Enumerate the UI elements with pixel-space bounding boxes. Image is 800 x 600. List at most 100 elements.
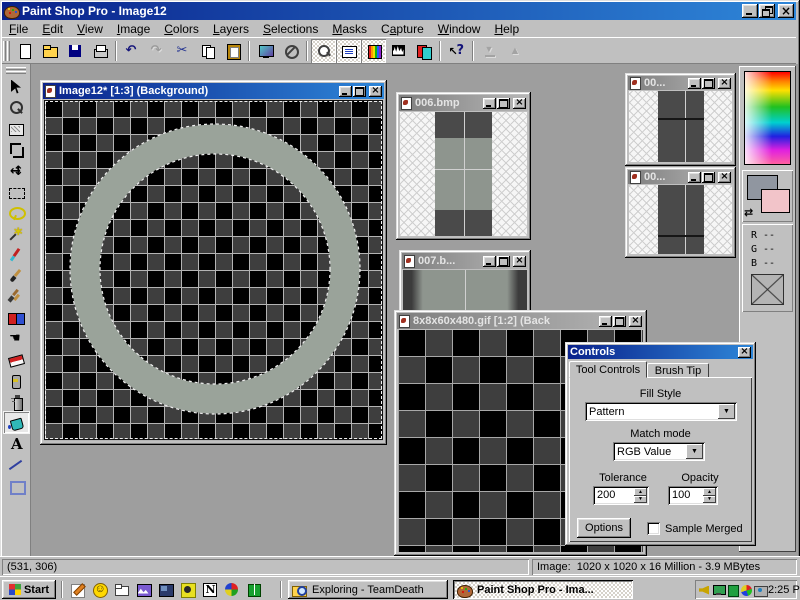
app-titlebar[interactable]: Paint Shop Pro - Image12 (2, 2, 796, 20)
open-file-button[interactable] (37, 39, 62, 63)
maximize-button[interactable] (497, 256, 510, 267)
histogram-toggle-button[interactable] (386, 39, 411, 63)
window-006bmp-titlebar[interactable]: 006.bmp (399, 95, 528, 111)
quicklaunch-folder-button[interactable] (112, 580, 131, 598)
dropper-tool-button[interactable] (4, 244, 29, 265)
quicklaunch-collage-button[interactable] (156, 580, 175, 598)
window-thumb-bottom-client[interactable] (629, 185, 732, 254)
match-mode-combobox[interactable]: RGB Value (613, 442, 705, 461)
menu-item-selections[interactable]: Selections (256, 21, 325, 37)
shape-tool-button[interactable] (4, 475, 29, 496)
window-gif-titlebar[interactable]: 8x8x60x480.gif [1:2] (Back (397, 313, 644, 329)
menu-item-image[interactable]: Image (110, 21, 157, 37)
minimize-button[interactable] (483, 98, 496, 109)
line-tool-button[interactable] (4, 454, 29, 475)
menu-item-colors[interactable]: Colors (157, 21, 206, 37)
window-thumb-top-client[interactable] (629, 91, 732, 162)
zoom-tool-button[interactable] (4, 97, 29, 118)
new-file-button[interactable] (12, 39, 37, 63)
freehand-tool-button[interactable] (4, 202, 29, 223)
close-button[interactable] (629, 316, 642, 327)
copy-button[interactable] (195, 39, 220, 63)
sample-merged-checkbox[interactable] (647, 522, 660, 535)
close-button[interactable] (513, 256, 526, 267)
volume-icon[interactable] (698, 583, 711, 597)
deformation-tool-button[interactable] (4, 118, 29, 139)
print-button[interactable] (87, 39, 112, 63)
book-icon[interactable] (726, 583, 739, 597)
quicklaunch-book-button[interactable] (244, 580, 263, 598)
arrow-up-button[interactable] (502, 39, 527, 63)
image12-canvas[interactable] (45, 101, 382, 439)
arrow-tool-button[interactable] (4, 76, 29, 97)
quicklaunch-wheel-button[interactable] (178, 580, 197, 598)
color-replacer-tool-button[interactable] (4, 307, 29, 328)
options-button[interactable]: Options (577, 518, 631, 538)
maximize-button[interactable] (613, 316, 626, 327)
spin-down-icon[interactable]: ▼ (634, 496, 647, 504)
redo-button[interactable] (145, 39, 170, 63)
window-image12-titlebar[interactable]: Image12* [1:3] (Background) (43, 83, 384, 99)
quicklaunch-pinwheel-button[interactable] (222, 580, 241, 598)
quicklaunch-smiley-button[interactable] (90, 580, 109, 598)
opacity-stepper[interactable]: 100 ▲ ▼ (668, 486, 718, 505)
start-button[interactable]: Start (2, 580, 56, 599)
close-button[interactable] (778, 4, 794, 18)
layer-palette-toggle-button[interactable] (411, 39, 436, 63)
minimize-button[interactable] (599, 316, 612, 327)
quicklaunch-write-button[interactable] (68, 580, 87, 598)
window-thumb-top-titlebar[interactable]: 00... (628, 76, 733, 90)
tool-palette-toggle-button[interactable] (311, 39, 336, 63)
spin-up-icon[interactable]: ▲ (703, 488, 716, 496)
chevron-down-icon[interactable] (718, 404, 735, 419)
text-tool-button[interactable] (4, 433, 29, 454)
window-007bmp-client[interactable] (403, 270, 527, 310)
close-button[interactable] (718, 78, 731, 89)
camera-icon[interactable] (754, 583, 767, 597)
minimize-button[interactable] (483, 256, 496, 267)
tolerance-stepper[interactable]: 200 ▲ ▼ (593, 486, 649, 505)
chevron-down-icon[interactable] (686, 444, 703, 459)
quicklaunch-netscape-button[interactable] (200, 580, 219, 598)
close-button[interactable] (369, 86, 382, 97)
menu-item-masks[interactable]: Masks (325, 21, 374, 37)
menu-item-capture[interactable]: Capture (374, 21, 431, 37)
task-button-exploring[interactable]: Exploring - TeamDeath (288, 580, 448, 599)
menu-item-view[interactable]: View (70, 21, 110, 37)
maximize-button[interactable] (702, 78, 715, 89)
clone-brush-tool-button[interactable] (4, 286, 29, 307)
retouch-tool-button[interactable] (4, 328, 29, 349)
style-null-box[interactable] (751, 274, 784, 305)
tab-tool-controls[interactable]: Tool Controls (569, 361, 647, 378)
context-help-button[interactable] (444, 39, 469, 63)
minimize-button[interactable] (339, 86, 352, 97)
paintbrush-tool-button[interactable] (4, 265, 29, 286)
close-button[interactable] (718, 172, 731, 183)
clock[interactable]: 2:25 PM (768, 584, 800, 596)
spin-down-icon[interactable]: ▼ (703, 496, 716, 504)
background-color-swatch[interactable] (761, 189, 790, 213)
magic-wand-tool-button[interactable] (4, 223, 29, 244)
task-button-paintshop[interactable]: Paint Shop Pro - Ima... (453, 580, 633, 599)
window-007bmp-titlebar[interactable]: 007.b... (402, 253, 528, 269)
eraser-tool-button[interactable] (4, 349, 29, 370)
spin-up-icon[interactable]: ▲ (634, 488, 647, 496)
restore-button[interactable] (759, 4, 775, 18)
undo-button[interactable] (120, 39, 145, 63)
window-006bmp-client[interactable] (400, 112, 527, 236)
menu-item-file[interactable]: File (2, 21, 35, 37)
tab-brush-tip[interactable]: Brush Tip (647, 363, 709, 378)
window-thumb-bottom-titlebar[interactable]: 00... (628, 170, 733, 184)
flood-fill-tool-button[interactable] (4, 412, 29, 433)
menu-item-help[interactable]: Help (487, 21, 526, 37)
browse-button[interactable] (278, 39, 303, 63)
display-icon[interactable] (712, 583, 725, 597)
save-file-button[interactable] (62, 39, 87, 63)
fill-style-combobox[interactable]: Pattern (585, 402, 737, 421)
control-palette-toggle-button[interactable] (336, 39, 361, 63)
minimize-button[interactable] (742, 4, 758, 18)
arrow-down-button[interactable] (477, 39, 502, 63)
airbrush-tool-button[interactable] (4, 391, 29, 412)
tool-palette-grip[interactable] (6, 67, 26, 74)
maximize-button[interactable] (497, 98, 510, 109)
